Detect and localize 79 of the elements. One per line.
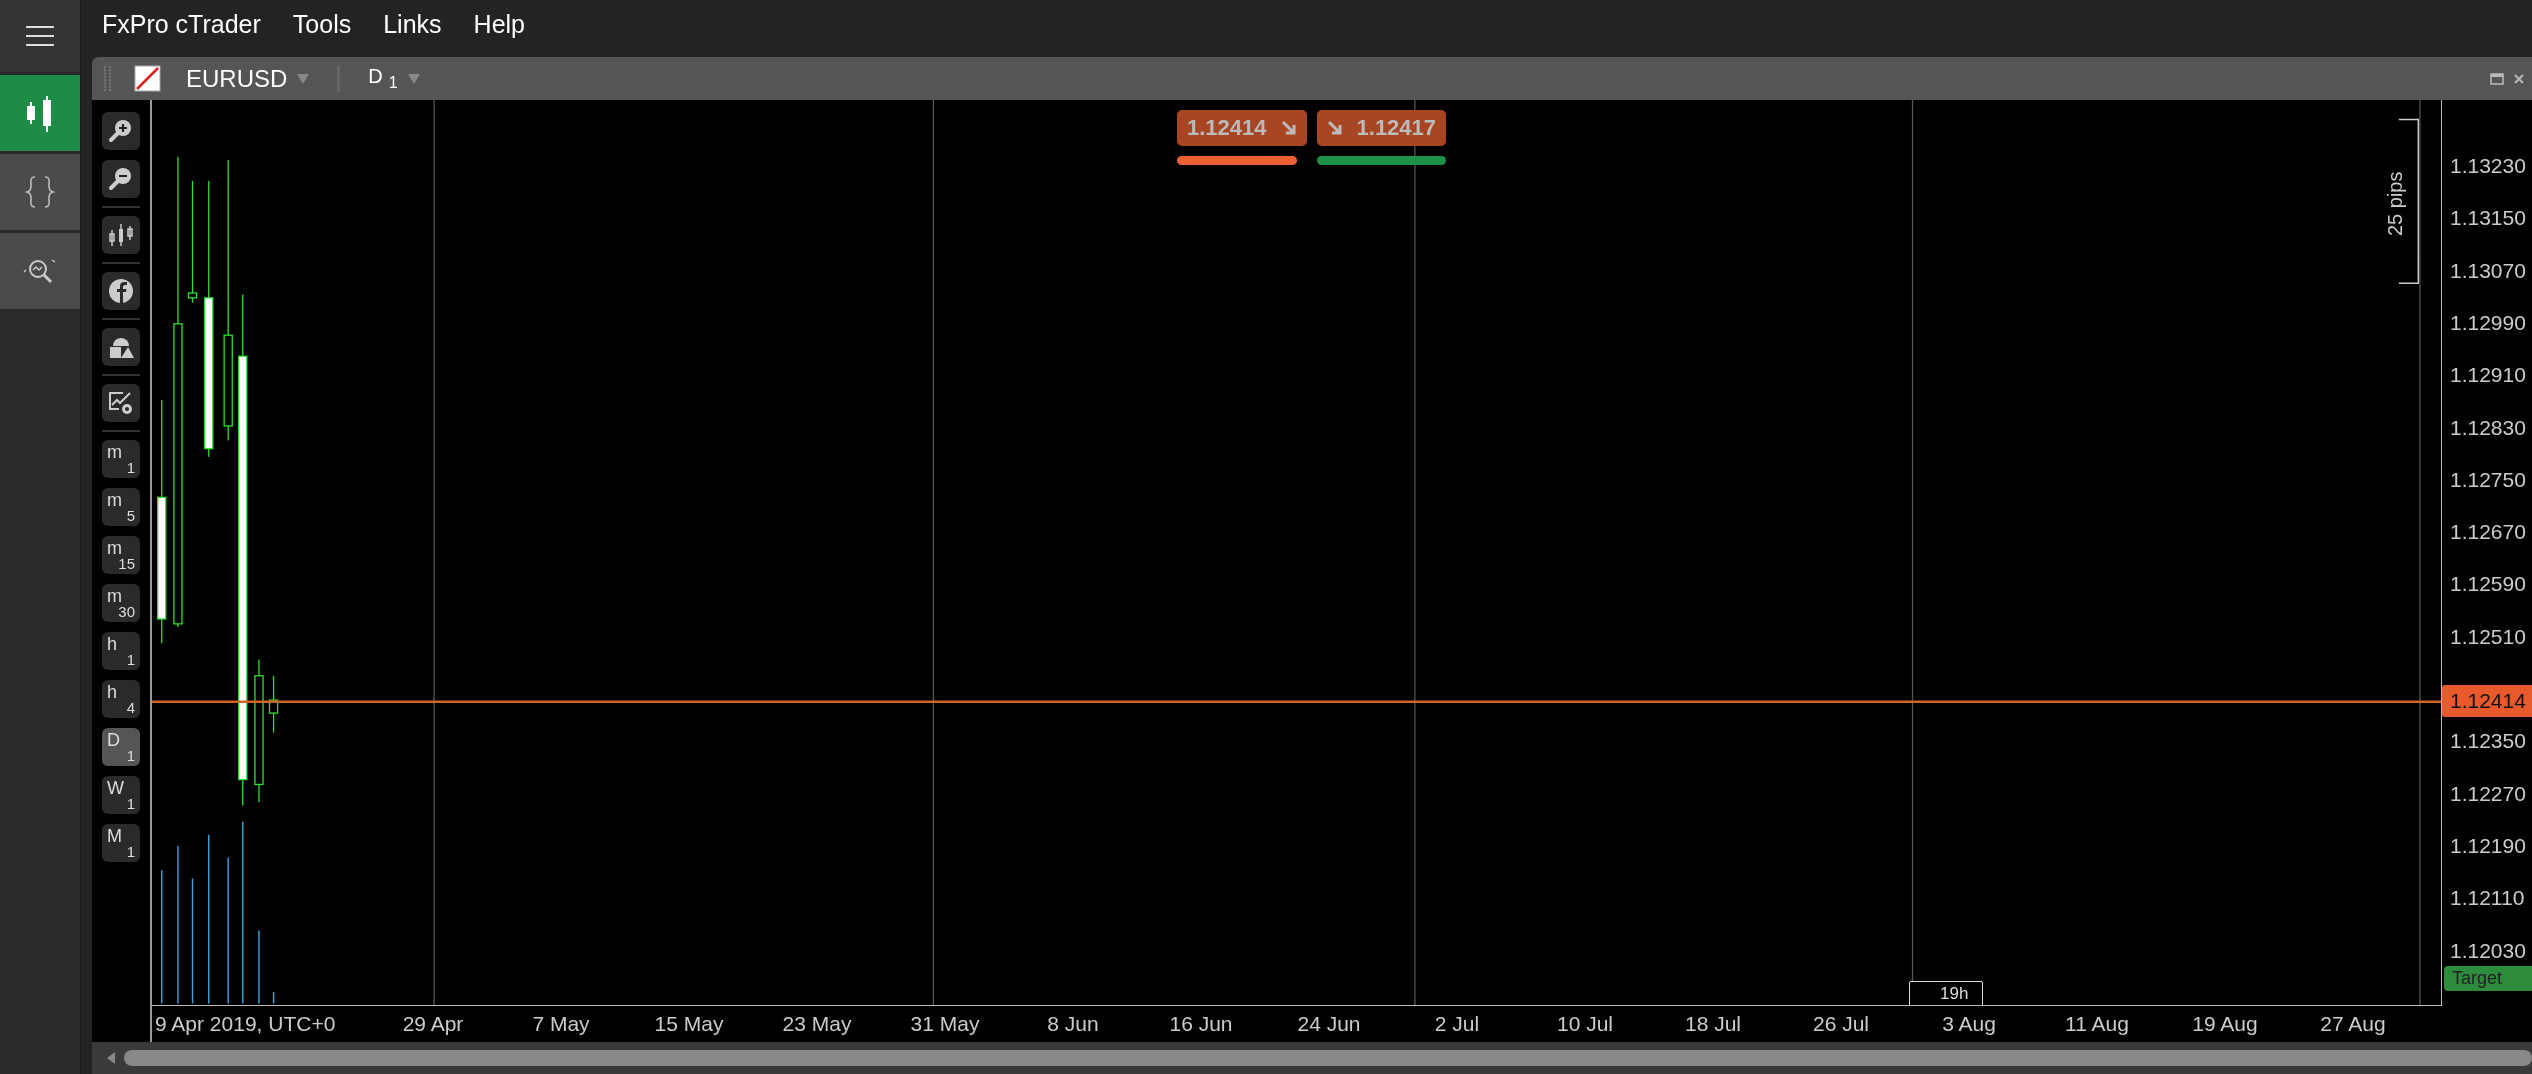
sidebar-item[interactable]: [0, 75, 80, 151]
menu-item[interactable]: Links: [383, 9, 442, 39]
candle-countdown: 19h: [1909, 981, 1984, 1005]
candles-icon: [108, 222, 134, 248]
chart-settings-button[interactable]: [102, 384, 140, 422]
sidebar-item[interactable]: [0, 0, 80, 72]
arrow-icon: [1280, 120, 1297, 136]
drawing-tools-button[interactable]: [102, 328, 140, 366]
chart-settings-icon: [108, 390, 134, 416]
time-axis-label: 15 May: [654, 1012, 724, 1036]
timeframe-selector[interactable]: D $_{1}$: [368, 65, 398, 92]
price-axis-label: 1.13230: [2450, 154, 2526, 178]
time-axis-label: 24 Jun: [1297, 1012, 1361, 1036]
zoom-in-button[interactable]: [102, 112, 140, 150]
price-axis-label: 1.12830: [2450, 415, 2526, 440]
price-axis-label: 1.12670: [2450, 520, 2526, 545]
time-axis-label: 16 Jun: [1169, 1012, 1233, 1036]
price-axis-label: 1.12590: [2450, 572, 2526, 597]
price-axis-label: 1.12350: [2450, 729, 2526, 754]
zoom-out-button[interactable]: [102, 160, 140, 198]
zoom-in-icon: [108, 118, 134, 144]
chart-type-button[interactable]: [102, 216, 140, 254]
menu-item[interactable]: FxPro cTrader: [102, 9, 261, 39]
braces-icon: [25, 175, 55, 209]
timeframe-button[interactable]: W 1: [102, 776, 140, 814]
time-axis-label: 18 Jul: [1685, 1012, 1741, 1036]
timeframe-button[interactable]: h 4: [102, 680, 140, 718]
pips-label: 25 pips: [2384, 171, 2407, 236]
timeframe-button[interactable]: D 1: [102, 728, 140, 766]
time-axis-label: 19 Aug: [2192, 1012, 2258, 1036]
time-axis-label: 31 May: [910, 1012, 980, 1036]
current-price-label: 1.12414: [2442, 685, 2532, 717]
price-axis-label: 1.12990: [2450, 310, 2526, 335]
time-axis-label: 9 Apr 2019, UTC+0: [155, 1012, 336, 1036]
time-axis-label: 29 Apr: [402, 1012, 464, 1036]
price-axis-label: 1.13150: [2450, 206, 2526, 231]
timeframe-button[interactable]: m 1: [102, 440, 140, 478]
price-axis-label: 1.12270: [2450, 781, 2526, 806]
timeframe-button[interactable]: h 1: [102, 632, 140, 670]
time-axis-label: 2 Jul: [1434, 1012, 1480, 1036]
dropdown-caret-icon[interactable]: [407, 73, 420, 84]
timeframe-button[interactable]: m 15: [102, 536, 140, 574]
time-axis-label: 26 Jul: [1813, 1012, 1869, 1036]
maximize-icon[interactable]: [2490, 72, 2504, 85]
dropdown-caret-icon[interactable]: [297, 73, 310, 84]
time-axis-label: 7 May: [532, 1012, 590, 1036]
price-axis-label: 1.12190: [2450, 833, 2526, 858]
close-icon[interactable]: [2514, 72, 2524, 85]
time-axis-label: 3 Aug: [1942, 1012, 1996, 1036]
candle: [268, 675, 279, 734]
time-axis-label: 11 Aug: [2065, 1012, 2129, 1036]
search-chart-icon: [22, 256, 58, 286]
arrow-icon: [1326, 120, 1343, 136]
price-axis-label: 1.12030: [2450, 938, 2526, 963]
price-axis-label: 1.12750: [2450, 467, 2526, 492]
timeframe-button[interactable]: m 30: [102, 584, 140, 622]
menu-item[interactable]: Tools: [292, 9, 352, 39]
symbol-logo-icon: [134, 64, 162, 93]
price-axis-label: 1.12110: [2450, 886, 2525, 911]
menu-item[interactable]: Help: [473, 9, 525, 39]
time-axis-label: 23 May: [782, 1012, 852, 1036]
price-axis-label: 1.12510: [2450, 624, 2526, 649]
target-label[interactable]: Target: [2444, 966, 2532, 991]
volume-bar: [272, 991, 275, 1005]
social-button[interactable]: [102, 272, 140, 310]
time-axis-label: 27 Aug: [2320, 1012, 2386, 1036]
price-axis-label: 1.13070: [2450, 258, 2526, 283]
zoom-out-icon: [108, 166, 134, 192]
timeframe-button[interactable]: M 1: [102, 824, 140, 862]
scroll-left-icon[interactable]: [106, 1052, 116, 1064]
menu-icon: [24, 24, 56, 48]
price-axis-label: 1.12910: [2450, 363, 2526, 388]
timeframe-button[interactable]: m 5: [102, 488, 140, 526]
facebook-icon: [108, 278, 134, 304]
time-axis-label: 10 Jul: [1557, 1012, 1613, 1036]
symbol-selector[interactable]: EURUSD: [186, 64, 288, 93]
time-axis-label: 8 Jun: [1047, 1012, 1099, 1036]
drag-handle-icon[interactable]: [104, 65, 112, 92]
scrollbar-thumb[interactable]: [124, 1050, 2532, 1066]
